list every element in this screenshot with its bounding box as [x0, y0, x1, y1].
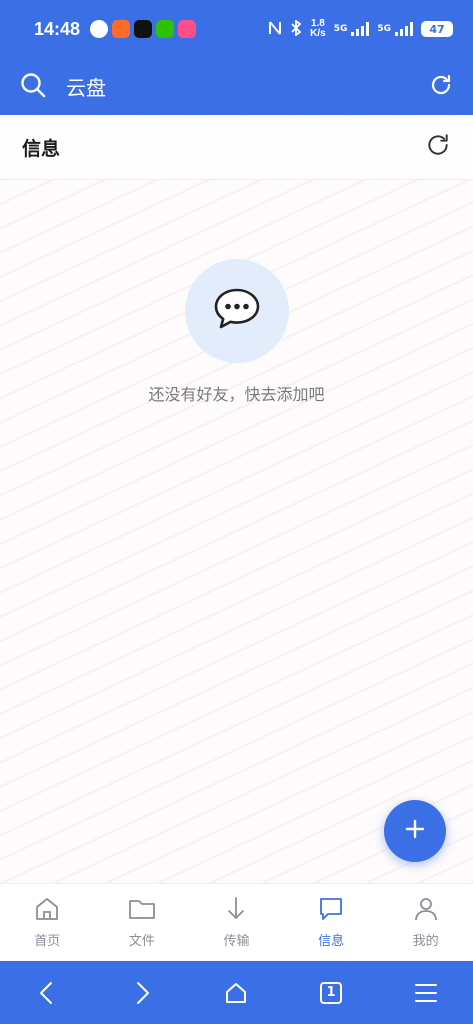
- nav-label: 信息: [318, 934, 345, 949]
- back-button[interactable]: [27, 973, 67, 1013]
- chat-bubble-icon: [212, 286, 262, 336]
- message-icon: [318, 896, 344, 926]
- refresh-icon[interactable]: [425, 132, 451, 162]
- messages-content: 信息 还没有好友，快去添加吧: [0, 115, 473, 883]
- user-icon: [413, 896, 439, 926]
- notification-icons: [90, 20, 197, 38]
- tab-count: 1: [326, 985, 336, 1000]
- nav-label: 传输: [223, 934, 250, 949]
- nav-item-home[interactable]: 首页: [0, 884, 95, 961]
- folder-icon: [128, 896, 156, 926]
- nav-label: 首页: [34, 934, 61, 949]
- app-title: 云盘: [66, 76, 106, 100]
- menu-button[interactable]: [406, 973, 446, 1013]
- plus-icon: [405, 819, 425, 843]
- nav-label: 我的: [412, 934, 439, 949]
- network-type: 5G: [377, 24, 391, 34]
- nav-item-files[interactable]: 文件: [95, 884, 190, 961]
- section-header: 信息: [0, 115, 473, 180]
- notification-app-icon: [112, 20, 131, 38]
- notification-app-icon: [178, 20, 197, 38]
- nav-item-profile[interactable]: 我的: [378, 884, 473, 961]
- status-indicators: 1.8 K/s 5G 5G 47: [268, 19, 453, 39]
- notification-app-icon: [90, 20, 109, 38]
- system-navigation-bar: 1: [0, 961, 473, 1024]
- nfc-icon: [268, 20, 282, 39]
- status-bar: 14:48 1.8 K/s 5G 5G 47: [0, 0, 473, 58]
- tabs-button[interactable]: 1: [311, 973, 351, 1013]
- home-icon: [34, 896, 60, 926]
- network-type: 5G: [333, 24, 348, 34]
- signal-icon: [395, 22, 413, 36]
- bluetooth-icon: [290, 18, 302, 39]
- empty-state-text: 还没有好友，快去添加吧: [148, 385, 325, 404]
- home-button[interactable]: [216, 973, 256, 1013]
- nav-item-transfer[interactable]: 传输: [189, 884, 284, 961]
- bottom-nav: 首页 文件 传输 信息 我的: [0, 883, 473, 961]
- network-speed: 1.8 K/s: [310, 18, 326, 39]
- wechat-icon: [156, 20, 175, 38]
- empty-state-illustration: [185, 259, 289, 363]
- nav-label: 文件: [128, 934, 155, 949]
- signal-icon: [351, 22, 370, 36]
- top-header: 14:48 1.8 K/s 5G 5G 47 云盘: [0, 0, 473, 115]
- forward-button[interactable]: [122, 973, 162, 1013]
- search-icon[interactable]: [20, 72, 46, 102]
- add-friend-button[interactable]: [384, 800, 446, 862]
- tiktok-icon: [134, 20, 153, 38]
- section-title: 信息: [22, 137, 61, 160]
- download-arrow-icon: [223, 896, 249, 926]
- battery-indicator: 47: [421, 21, 453, 37]
- app-bar: 云盘: [0, 58, 473, 115]
- refresh-icon[interactable]: [429, 73, 453, 101]
- status-time: 14:48: [34, 18, 81, 39]
- nav-item-messages[interactable]: 信息: [284, 884, 379, 961]
